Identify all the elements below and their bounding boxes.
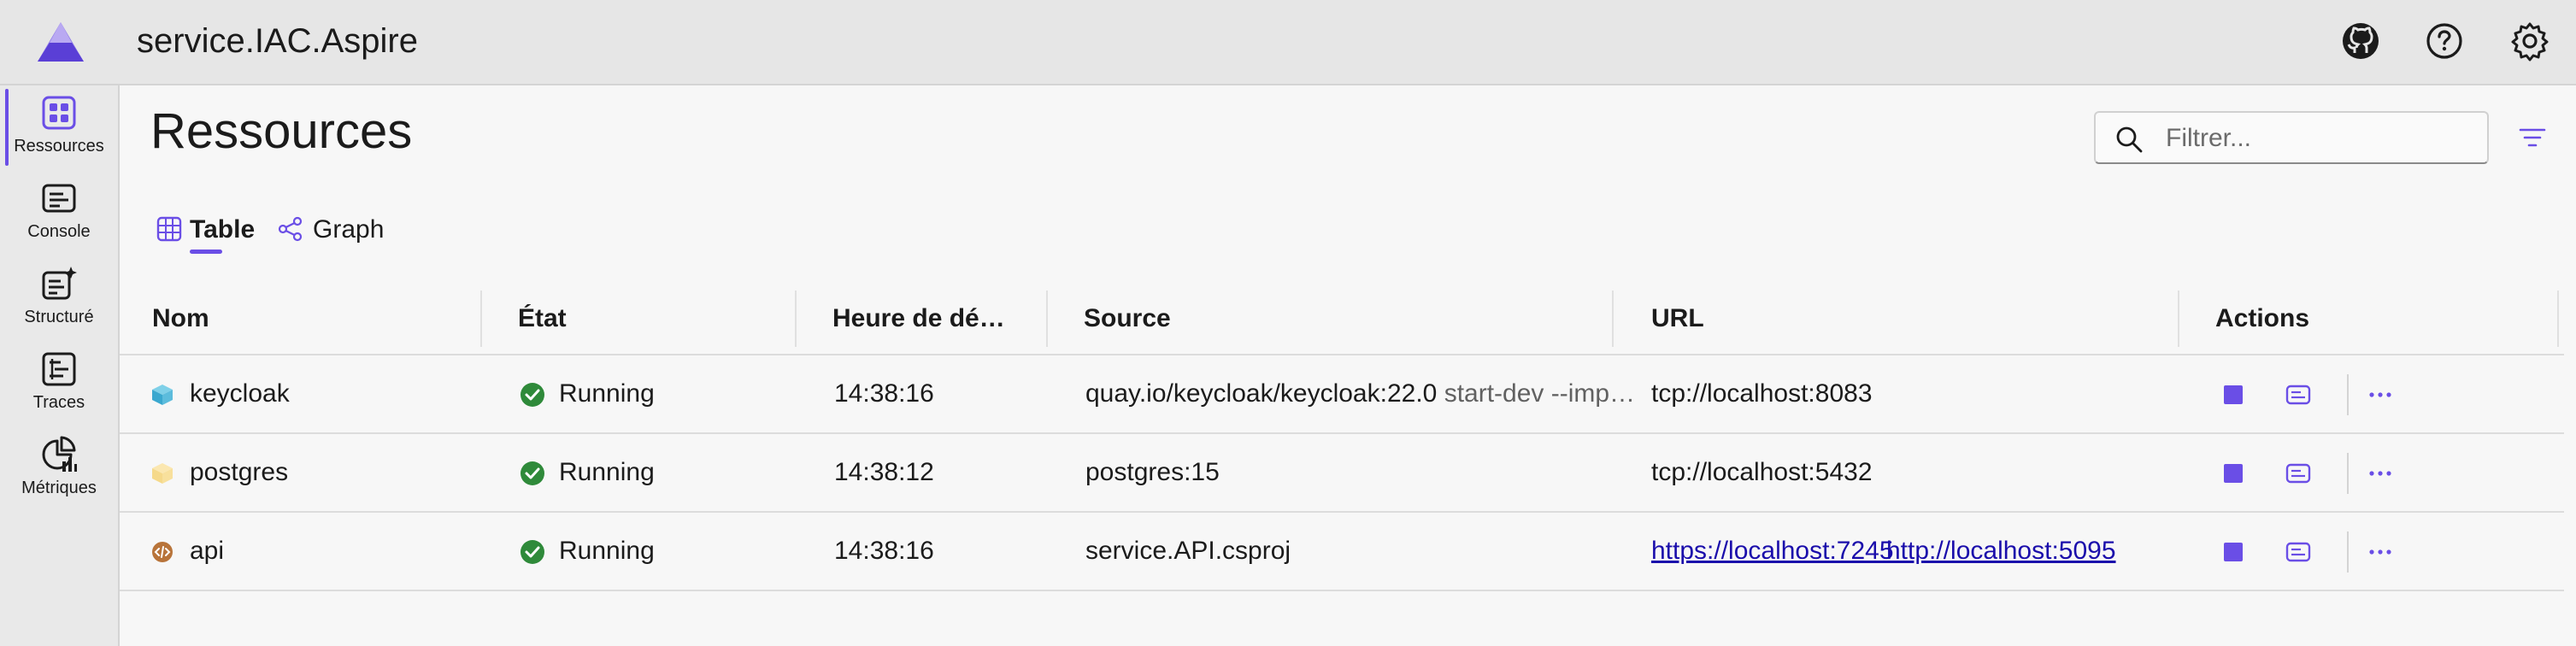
search-input[interactable]: [2164, 120, 2475, 157]
resource-url: tcp://localhost:5432: [1651, 458, 1873, 486]
console-logs-icon[interactable]: [2284, 459, 2313, 488]
column-resizer[interactable]: [1046, 291, 1048, 347]
tab-label: Table: [190, 215, 256, 244]
page-title: Ressources: [150, 103, 413, 159]
structured-logs-icon: [42, 267, 77, 300]
filter-icon[interactable]: [2518, 123, 2547, 152]
sidebar-item-metrics[interactable]: Métriques: [0, 427, 118, 509]
app-title: service.IAC.Aspire: [137, 22, 418, 60]
column-header-source[interactable]: Source: [1084, 304, 1171, 333]
stop-icon[interactable]: [2219, 380, 2248, 409]
search-box[interactable]: [2094, 111, 2489, 164]
resource-url: tcp://localhost:8083: [1651, 379, 1873, 408]
console-logs-icon[interactable]: [2284, 537, 2313, 567]
column-resizer[interactable]: [1612, 291, 1614, 347]
project-icon: [152, 542, 173, 562]
settings-icon[interactable]: [2508, 19, 2552, 63]
resources-icon: [42, 96, 76, 130]
resource-start-time: 14:38:12: [834, 458, 934, 486]
sidebar-item-label: Traces: [32, 393, 85, 412]
traces-icon: [42, 352, 76, 386]
running-status-icon: [520, 461, 544, 485]
resource-source: quay.io/keycloak/keycloak:22.0 start-dev…: [1085, 379, 1635, 408]
resource-state: Running: [559, 458, 655, 486]
column-resizer[interactable]: [2178, 291, 2179, 347]
resource-url-link[interactable]: https://localhost:7245: [1651, 537, 1894, 566]
source-args: start-dev --imp…: [1444, 379, 1636, 408]
column-header-start-time[interactable]: Heure de dé…: [832, 304, 1003, 333]
sidebar-item-traces[interactable]: Traces: [0, 342, 118, 424]
container-icon: [152, 385, 173, 405]
resource-name[interactable]: keycloak: [190, 379, 290, 408]
sidebar-item-label: Structuré: [24, 308, 94, 326]
stop-icon[interactable]: [2219, 537, 2248, 567]
resource-source: postgres:15: [1085, 458, 1220, 486]
aspire-logo-icon[interactable]: [36, 21, 85, 63]
resource-start-time: 14:38:16: [834, 537, 934, 565]
column-resizer[interactable]: [795, 291, 797, 347]
container-icon: [152, 463, 173, 484]
table-icon: [156, 216, 182, 242]
tab-graph[interactable]: Graph: [277, 212, 397, 263]
top-bar: service.IAC.Aspire: [0, 0, 2576, 85]
more-actions-icon[interactable]: [2366, 380, 2395, 409]
sidebar-item-resources[interactable]: Ressources: [0, 85, 118, 167]
graph-icon: [278, 216, 303, 242]
console-icon: [42, 184, 76, 213]
resource-start-time: 14:38:16: [834, 379, 934, 408]
sidebar-item-label: Console: [27, 222, 91, 241]
metrics-icon: [42, 436, 77, 472]
sidebar-item-label: Ressources: [14, 137, 104, 156]
column-header-state[interactable]: État: [518, 304, 567, 333]
column-resizer[interactable]: [480, 291, 482, 347]
sidebar-item-label: Métriques: [21, 479, 97, 497]
column-header-actions: Actions: [2215, 304, 2310, 332]
source-image: quay.io/keycloak/keycloak:22.0: [1085, 379, 1438, 408]
table-row[interactable]: keycloak Running 14:38:16 quay.io/keyclo…: [120, 355, 2564, 434]
help-icon[interactable]: [2422, 19, 2467, 63]
running-status-icon: [520, 383, 544, 407]
table-row[interactable]: api Running 14:38:16 service.API.csproj …: [120, 513, 2564, 591]
actions-divider: [2347, 374, 2349, 415]
active-tab-indicator: [190, 250, 222, 254]
github-icon[interactable]: [2338, 19, 2383, 63]
resource-state: Running: [559, 379, 655, 408]
column-resizer[interactable]: [2557, 291, 2559, 347]
actions-divider: [2347, 531, 2349, 573]
running-status-icon: [520, 540, 544, 564]
resource-source: service.API.csproj: [1085, 537, 1291, 565]
column-header-url[interactable]: URL: [1651, 304, 1704, 333]
stop-icon[interactable]: [2219, 459, 2248, 488]
search-icon: [2116, 126, 2143, 153]
table-header: Nom État Heure de dé… Source URL Actions: [120, 282, 2564, 355]
resource-state: Running: [559, 537, 655, 565]
sidebar-item-structured[interactable]: Structuré: [0, 256, 118, 338]
sidebar: Ressources Console Structuré Traces Métr…: [0, 85, 120, 646]
resource-name[interactable]: postgres: [190, 458, 288, 487]
resource-name[interactable]: api: [190, 537, 224, 566]
table-row[interactable]: postgres Running 14:38:12 postgres:15 tc…: [120, 434, 2564, 513]
console-logs-icon[interactable]: [2284, 380, 2313, 409]
more-actions-icon[interactable]: [2366, 537, 2395, 567]
actions-divider: [2347, 453, 2349, 494]
tab-table[interactable]: Table: [156, 212, 258, 263]
tab-label: Graph: [313, 215, 385, 244]
column-header-name[interactable]: Nom: [152, 304, 209, 333]
sidebar-item-console[interactable]: Console: [0, 171, 118, 253]
more-actions-icon[interactable]: [2366, 459, 2395, 488]
resource-url-link[interactable]: http://localhost:5095: [1886, 537, 2116, 566]
